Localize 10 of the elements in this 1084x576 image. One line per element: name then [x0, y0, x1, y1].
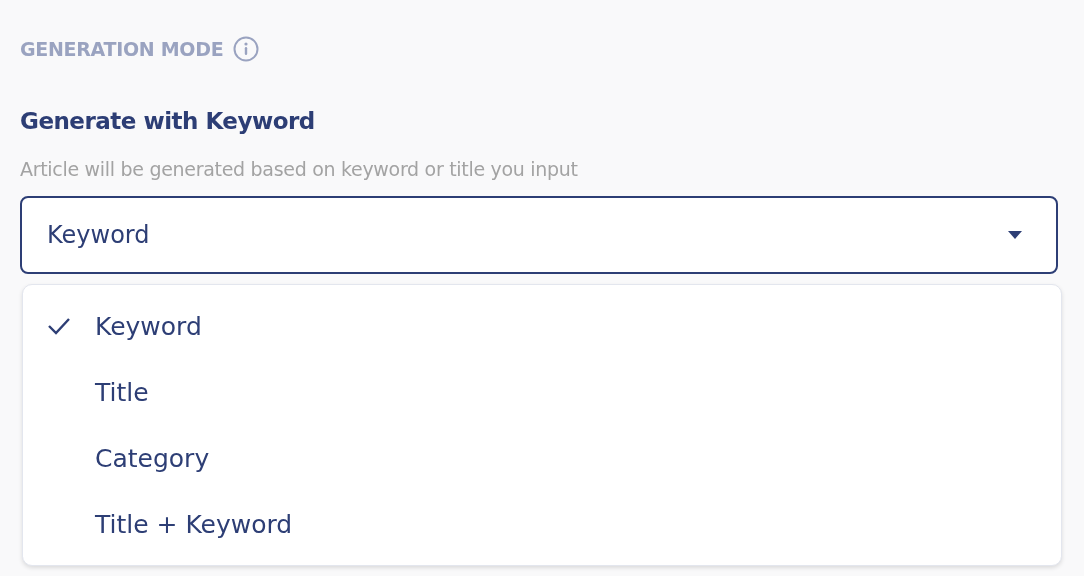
mode-description: Article will be generated based on keyword or title you input: [20, 158, 579, 180]
section-title: GENERATION MODE: [20, 38, 224, 60]
dropdown-option[interactable]: Title: [23, 359, 1061, 425]
caret-icon: [1008, 231, 1022, 239]
dropdown-option[interactable]: Title + Keyword: [23, 491, 1061, 557]
dropdown-option[interactable]: Keyword: [23, 293, 1061, 359]
dropdown-option[interactable]: Category: [23, 425, 1061, 491]
mode-heading: Generate with Keyword: [20, 108, 316, 134]
info-icon[interactable]: [233, 36, 260, 62]
mode-select[interactable]: Keyword: [20, 196, 1058, 274]
